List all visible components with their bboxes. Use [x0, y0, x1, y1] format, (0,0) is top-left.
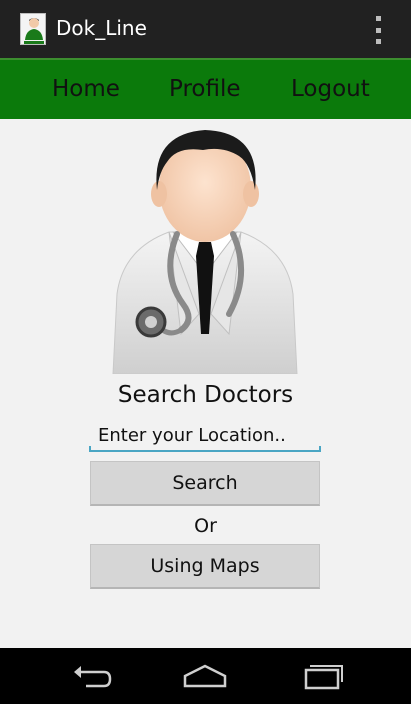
search-doctors-heading: Search Doctors [117, 382, 294, 408]
using-maps-button[interactable]: Using Maps [90, 544, 320, 589]
search-button[interactable]: Search [90, 461, 320, 506]
overflow-dot [375, 27, 381, 33]
nav-profile-link[interactable]: Profile [169, 76, 241, 102]
or-label: Or [194, 515, 217, 537]
system-nav-bar [0, 648, 411, 704]
back-icon[interactable] [66, 660, 116, 692]
action-bar: Dok_Line [0, 0, 411, 60]
doctor-illustration [111, 124, 299, 375]
top-navbar: Home Profile Logout [0, 60, 411, 119]
overflow-dot [375, 39, 381, 44]
app-logo-icon [20, 13, 46, 45]
input-edge-right [319, 446, 321, 452]
nav-logout-link[interactable]: Logout [291, 76, 370, 102]
overflow-menu-icon[interactable] [372, 16, 384, 44]
home-icon[interactable] [180, 660, 230, 692]
recent-apps-icon[interactable] [296, 660, 346, 692]
input-edge-left [89, 446, 91, 452]
overflow-dot [375, 16, 381, 21]
location-input[interactable] [90, 420, 320, 452]
app-title: Dok_Line [56, 16, 147, 40]
nav-home-link[interactable]: Home [52, 76, 120, 102]
